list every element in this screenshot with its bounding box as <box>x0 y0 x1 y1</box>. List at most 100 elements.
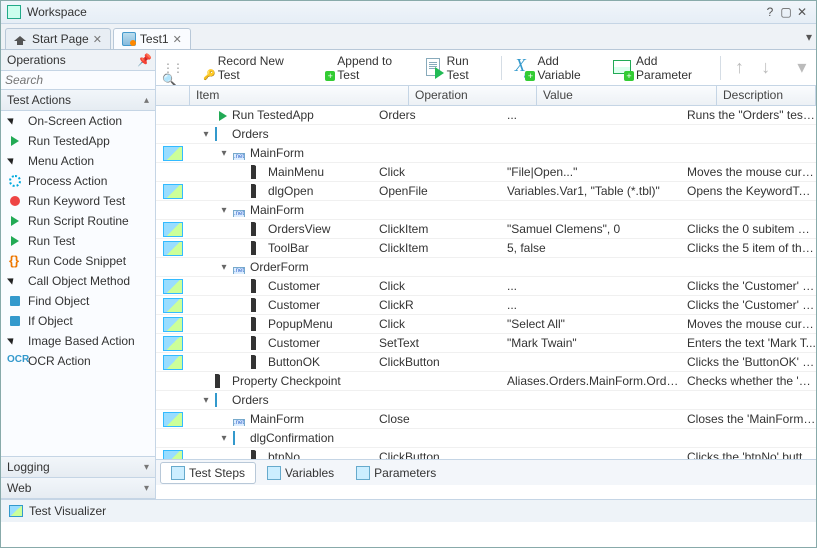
vars-icon <box>267 466 281 480</box>
record-new-test-button[interactable]: 🔑 Record New Test <box>192 52 302 84</box>
screenshot-thumb-icon[interactable] <box>163 412 183 427</box>
screenshot-thumb-icon[interactable] <box>163 222 183 237</box>
append-to-test-button[interactable]: + Append to Test <box>312 52 411 84</box>
net-icon: .net <box>233 413 247 425</box>
op-label: Run TestedApp <box>28 134 110 148</box>
col-item[interactable]: Item <box>190 86 409 105</box>
item-label: btnNo <box>268 450 300 459</box>
expand-toggle[interactable]: ▾ <box>200 129 212 140</box>
op-item-image-based-action[interactable]: Image Based Action <box>1 331 155 351</box>
screenshot-thumb-icon[interactable] <box>163 317 183 332</box>
toolbar-overflow-icon[interactable]: ▾ <box>794 57 810 78</box>
tab-close-icon[interactable]: ✕ <box>173 33 182 46</box>
tab-start-page[interactable]: Start Page ✕ <box>5 28 111 49</box>
grid-row[interactable]: CustomerSetText"Mark Twain"Enters the te… <box>156 334 816 353</box>
help-icon[interactable]: ? <box>762 5 778 19</box>
expand-toggle[interactable]: ▾ <box>218 148 230 159</box>
tab-test-steps[interactable]: Test Steps <box>160 462 256 484</box>
description-cell: Closes the 'MainForm' w... <box>683 412 816 426</box>
grid-row[interactable]: Property CheckpointAliases.Orders.MainFo… <box>156 372 816 391</box>
grid-row[interactable]: .netMainFormCloseCloses the 'MainForm' w… <box>156 410 816 429</box>
grid-row[interactable]: Run TestedAppOrders...Runs the "Orders" … <box>156 106 816 125</box>
grid-row[interactable]: ▾Orders <box>156 125 816 144</box>
grid-row[interactable]: ▾.netOrderForm <box>156 258 816 277</box>
run-icon <box>423 57 443 79</box>
operation-cell: OpenFile <box>375 184 503 198</box>
chevron-down-icon: ▾ <box>144 483 149 494</box>
grid-row[interactable]: ▾.netMainForm <box>156 144 816 163</box>
op-item-call-object-method[interactable]: Call Object Method <box>1 271 155 291</box>
drag-handle-icon[interactable]: ⋮⋮ <box>162 61 182 75</box>
screenshot-thumb-icon[interactable] <box>163 184 183 199</box>
col-thumb <box>156 86 190 105</box>
screenshot-thumb-icon[interactable] <box>163 450 183 460</box>
screenshot-thumb-icon[interactable] <box>163 336 183 351</box>
op-item-process-action[interactable]: Process Action <box>1 171 155 191</box>
screenshot-thumb-icon[interactable] <box>163 298 183 313</box>
section-web[interactable]: Web ▾ <box>1 478 155 499</box>
grid-row[interactable]: ButtonOKClickButtonClicks the 'ButtonOK'… <box>156 353 816 372</box>
expand-toggle[interactable]: ▾ <box>200 395 212 406</box>
op-item-run-keyword-test[interactable]: Run Keyword Test <box>1 191 155 211</box>
section-logging[interactable]: Logging ▾ <box>1 457 155 478</box>
col-operation[interactable]: Operation <box>409 86 537 105</box>
grid-row[interactable]: ToolBarClickItem5, falseClicks the 5 ite… <box>156 239 816 258</box>
visualizer-bar[interactable]: Test Visualizer <box>1 499 816 522</box>
cur-icon <box>251 280 265 292</box>
expand-toggle[interactable]: ▾ <box>218 262 230 273</box>
op-item-ocr-action[interactable]: OCROCR Action <box>1 351 155 371</box>
value-cell: ... <box>503 298 683 312</box>
col-value[interactable]: Value <box>537 86 717 105</box>
run-test-button[interactable]: Run Test <box>421 52 491 84</box>
screenshot-thumb-icon[interactable] <box>163 241 183 256</box>
value-cell: Variables.Var1, "Table (*.tbl)" <box>503 184 683 198</box>
grid-row[interactable]: dlgOpenOpenFileVariables.Var1, "Table (*… <box>156 182 816 201</box>
op-item-menu-action[interactable]: Menu Action <box>1 151 155 171</box>
restore-icon[interactable]: ▢ <box>778 5 794 19</box>
operations-panel: Operations 📌 🔍 Test Actions ▴ On-Screen … <box>1 50 156 499</box>
expand-toggle[interactable]: ▾ <box>218 205 230 216</box>
section-test-actions[interactable]: Test Actions ▴ <box>1 90 155 111</box>
tab-close-icon[interactable]: ✕ <box>93 33 102 46</box>
chevron-down-icon: ▾ <box>144 462 149 473</box>
visualizer-icon <box>9 505 23 517</box>
grid-row[interactable]: btnNoClickButtonClicks the 'btnNo' butto… <box>156 448 816 459</box>
close-icon[interactable]: ✕ <box>794 5 810 19</box>
op-label: Run Keyword Test <box>28 194 125 208</box>
grid-row[interactable]: ▾dlgConfirmation <box>156 429 816 448</box>
expand-toggle[interactable]: ▾ <box>218 433 230 444</box>
screenshot-thumb-icon[interactable] <box>163 279 183 294</box>
grid-row[interactable]: MainMenuClick"File|Open..."Moves the mou… <box>156 163 816 182</box>
grid-row[interactable]: PopupMenuClick"Select All"Moves the mous… <box>156 315 816 334</box>
item-cell: Property Checkpoint <box>190 374 375 388</box>
op-item-run-script-routine[interactable]: Run Script Routine <box>1 211 155 231</box>
op-item-if-object[interactable]: If Object <box>1 311 155 331</box>
tab-variables[interactable]: Variables <box>256 462 345 484</box>
move-down-button[interactable]: ↓ <box>758 57 774 78</box>
search-input[interactable] <box>5 73 162 87</box>
button-label: Add Variable <box>537 54 598 82</box>
screenshot-thumb-icon[interactable] <box>163 146 183 161</box>
move-up-button[interactable]: ↑ <box>731 57 747 78</box>
grid-row[interactable]: CustomerClickR...Clicks the 'Customer' o… <box>156 296 816 315</box>
add-variable-button[interactable]: Xa+ Add Variable <box>512 52 601 84</box>
grid-row[interactable]: OrdersViewClickItem"Samuel Clemens", 0Cl… <box>156 220 816 239</box>
grid-row[interactable]: ▾.netMainForm <box>156 201 816 220</box>
item-label: Property Checkpoint <box>232 374 341 388</box>
op-item-on-screen-action[interactable]: On-Screen Action <box>1 111 155 131</box>
play-icon <box>215 109 229 121</box>
op-item-run-testedapp[interactable]: Run TestedApp <box>1 131 155 151</box>
grid-row[interactable]: ▾Orders <box>156 391 816 410</box>
tab-test1[interactable]: Test1 ✕ <box>113 28 191 49</box>
rect-icon <box>233 432 247 444</box>
pin-icon[interactable]: 📌 <box>137 53 149 67</box>
op-item-run-test[interactable]: Run Test <box>1 231 155 251</box>
col-description[interactable]: Description <box>717 86 816 105</box>
add-parameter-button[interactable]: + Add Parameter <box>610 52 710 84</box>
screenshot-thumb-icon[interactable] <box>163 355 183 370</box>
grid-row[interactable]: CustomerClick...Clicks the 'Customer' ob… <box>156 277 816 296</box>
tab-parameters[interactable]: Parameters <box>345 462 447 484</box>
op-item-run-code-snippet[interactable]: {}Run Code Snippet <box>1 251 155 271</box>
tabs-overflow-icon[interactable]: ▾ <box>806 30 812 44</box>
op-item-find-object[interactable]: Find Object <box>1 291 155 311</box>
